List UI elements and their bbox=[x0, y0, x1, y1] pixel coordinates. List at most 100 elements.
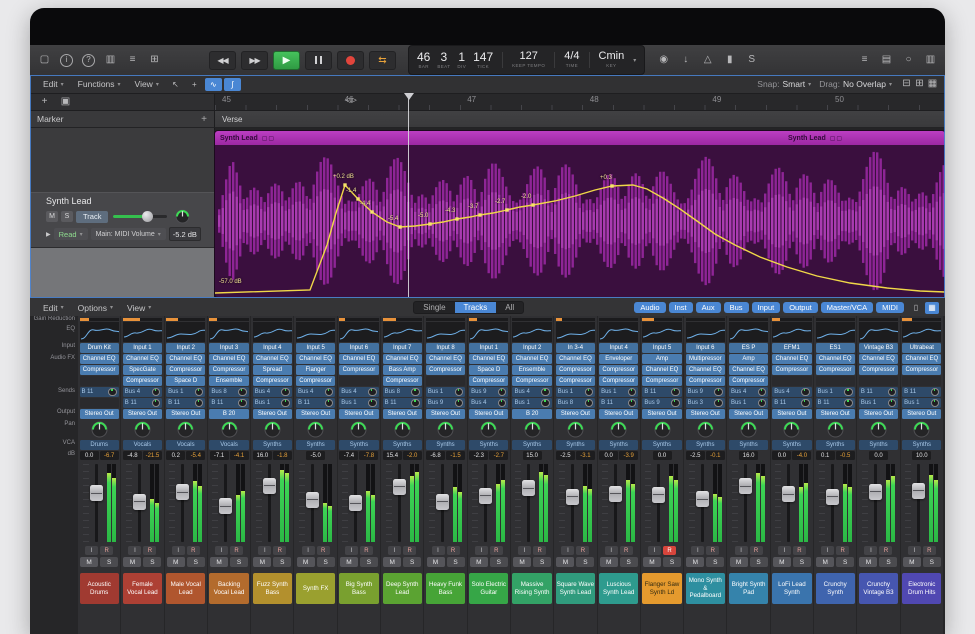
send-level-knob[interactable] bbox=[238, 388, 247, 397]
solo-button[interactable]: S bbox=[576, 557, 594, 567]
eq-thumbnail[interactable] bbox=[859, 322, 898, 342]
eq-thumbnail[interactable] bbox=[902, 322, 941, 342]
track-name-plate[interactable]: Synth FX bbox=[296, 573, 335, 604]
eq-thumbnail[interactable] bbox=[253, 322, 292, 342]
mute-button[interactable]: M bbox=[556, 557, 574, 567]
mixer-view-all[interactable]: All bbox=[496, 302, 523, 313]
audio-fx-slot[interactable]: Bass Amp bbox=[383, 365, 422, 375]
input-slot[interactable]: Input 4 bbox=[253, 343, 292, 353]
record-enable-button[interactable]: R bbox=[273, 546, 286, 555]
send-slot[interactable]: B 11 bbox=[772, 398, 811, 408]
fader-cap[interactable] bbox=[90, 485, 103, 501]
pan-knob[interactable] bbox=[740, 421, 757, 438]
pan-knob[interactable] bbox=[654, 421, 671, 438]
fader-cap[interactable] bbox=[393, 479, 406, 495]
input-monitor-button[interactable]: I bbox=[778, 546, 791, 555]
send-slot[interactable]: Bus 1 bbox=[599, 387, 638, 397]
mute-button[interactable]: M bbox=[903, 557, 921, 567]
audio-fx-slot[interactable]: Compressor bbox=[556, 365, 595, 375]
output-slot[interactable]: Stereo Out bbox=[469, 409, 508, 419]
rewind-button[interactable]: ◀◀ bbox=[209, 51, 236, 70]
audio-fx-slot[interactable]: Channel EQ bbox=[729, 365, 768, 375]
audio-fx-slot[interactable]: Compressor bbox=[209, 365, 248, 375]
send-level-knob[interactable] bbox=[195, 399, 204, 408]
filter-master-vca[interactable]: Master/VCA bbox=[821, 302, 873, 313]
mute-button[interactable]: M bbox=[859, 557, 877, 567]
pan-knob[interactable] bbox=[913, 421, 930, 438]
vca-slot[interactable]: Drums bbox=[80, 440, 119, 450]
playhead-handle[interactable] bbox=[404, 93, 414, 100]
audio-fx-slot[interactable]: Compressor bbox=[253, 376, 292, 386]
track-volume-slider[interactable] bbox=[113, 215, 167, 218]
send-slot[interactable]: Bus 1 bbox=[426, 387, 465, 397]
fader[interactable] bbox=[902, 462, 941, 544]
pan-knob[interactable] bbox=[437, 421, 454, 438]
send-slot[interactable]: Bus 4 bbox=[296, 387, 335, 397]
audio-fx-slot[interactable]: Channel EQ bbox=[686, 365, 725, 375]
input-slot[interactable]: Input 1 bbox=[123, 343, 162, 353]
record-enable-button[interactable]: R bbox=[317, 546, 330, 555]
solo-button[interactable]: S bbox=[620, 557, 638, 567]
record-enable-button[interactable]: R bbox=[143, 546, 156, 555]
audio-fx-slot-empty[interactable] bbox=[772, 376, 811, 386]
zoom-horizontal-icon[interactable]: ⊞ bbox=[913, 77, 926, 91]
lcd-display[interactable]: 46BAR 3BEAT 1DIV 147TICK 127KEEP TEMPO 4… bbox=[408, 45, 645, 75]
audio-fx-slot[interactable]: Compressor bbox=[166, 365, 205, 375]
send-slot[interactable]: Bus 9 bbox=[686, 387, 725, 397]
input-slot[interactable]: Input 2 bbox=[166, 343, 205, 353]
inspector-icon[interactable]: i bbox=[60, 54, 73, 67]
fader[interactable] bbox=[253, 462, 292, 544]
fader[interactable] bbox=[512, 462, 551, 544]
input-monitor-button[interactable]: I bbox=[691, 546, 704, 555]
vca-slot[interactable]: Vocals bbox=[209, 440, 248, 450]
pan-knob[interactable] bbox=[697, 421, 714, 438]
eq-thumbnail[interactable] bbox=[426, 322, 465, 342]
lcd-time-signature[interactable]: 4/4 bbox=[564, 51, 579, 62]
mute-button[interactable]: M bbox=[686, 557, 704, 567]
send-level-knob[interactable] bbox=[714, 388, 723, 397]
send-level-knob[interactable] bbox=[801, 388, 810, 397]
record-enable-button[interactable]: R bbox=[533, 546, 546, 555]
input-slot[interactable]: Input 5 bbox=[642, 343, 681, 353]
audio-fx-slot-empty[interactable] bbox=[816, 376, 855, 386]
narrow-view-icon[interactable]: ▯ bbox=[909, 302, 923, 314]
fader[interactable] bbox=[209, 462, 248, 544]
audio-fx-slot[interactable]: Channel EQ bbox=[253, 354, 292, 364]
send-slot[interactable]: B 11 bbox=[209, 398, 248, 408]
send-level-knob[interactable] bbox=[108, 388, 117, 397]
fader-cap[interactable] bbox=[263, 478, 276, 494]
solo-button[interactable]: S bbox=[836, 557, 854, 567]
vca-slot[interactable]: Synths bbox=[642, 440, 681, 450]
mute-button[interactable]: M bbox=[773, 557, 791, 567]
menu-view[interactable]: View▾ bbox=[128, 79, 166, 89]
disclosure-triangle-icon[interactable]: ▶ bbox=[46, 231, 51, 238]
mute-button[interactable]: M bbox=[600, 557, 618, 567]
pan-knob[interactable] bbox=[827, 421, 844, 438]
send-level-knob[interactable] bbox=[281, 399, 290, 408]
send-level-knob[interactable] bbox=[931, 388, 940, 397]
track-name-plate[interactable]: Female Vocal Lead bbox=[123, 573, 162, 604]
fader[interactable] bbox=[123, 462, 162, 544]
fader-cap[interactable] bbox=[176, 484, 189, 500]
vca-slot[interactable]: Synths bbox=[253, 440, 292, 450]
track-name-plate[interactable]: LoFi Lead Synth bbox=[772, 573, 811, 604]
pan-knob[interactable] bbox=[134, 421, 151, 438]
track-name-plate[interactable]: Crunchy Synth bbox=[816, 573, 855, 604]
automation-node[interactable] bbox=[398, 225, 401, 228]
audio-fx-slot[interactable]: Compressor bbox=[599, 376, 638, 386]
eq-thumbnail[interactable] bbox=[642, 322, 681, 342]
input-monitor-button[interactable]: I bbox=[128, 546, 141, 555]
audio-fx-slot[interactable]: Channel EQ bbox=[339, 354, 378, 364]
lcd-chevron-icon[interactable]: ▾ bbox=[633, 57, 636, 64]
send-level-knob[interactable] bbox=[758, 388, 767, 397]
input-monitor-button[interactable]: I bbox=[735, 546, 748, 555]
send-level-knob[interactable] bbox=[671, 388, 680, 397]
output-slot[interactable]: Stereo Out bbox=[80, 409, 119, 419]
audio-fx-slot[interactable]: Amp bbox=[729, 354, 768, 364]
send-level-knob[interactable] bbox=[281, 388, 290, 397]
record-enable-button[interactable]: R bbox=[187, 546, 200, 555]
send-slot[interactable]: Bus 3 bbox=[686, 398, 725, 408]
audio-fx-slot[interactable]: Channel EQ bbox=[296, 354, 335, 364]
track-mute-button[interactable]: M bbox=[46, 211, 58, 222]
input-slot[interactable]: In 3-4 bbox=[556, 343, 595, 353]
